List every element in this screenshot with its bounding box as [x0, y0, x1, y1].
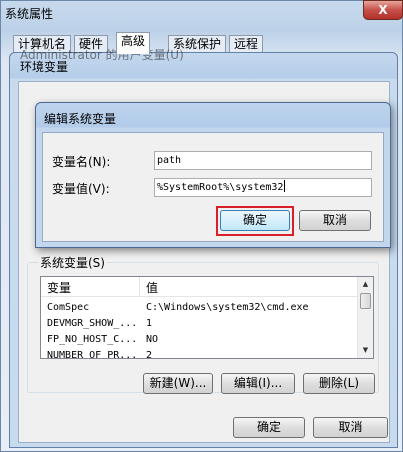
delete-variable-button[interactable]: 删除(L) [303, 373, 375, 394]
scroll-up-icon[interactable]: ▲ [358, 277, 373, 292]
row-variable-value: 2 [146, 350, 153, 358]
env-ok-button[interactable]: 确定 [233, 417, 305, 438]
dialog-cancel-button[interactable]: 取消 [299, 210, 371, 231]
dialog-title: 编辑系统变量 [44, 112, 117, 126]
table-row[interactable]: ComSpec C:\Windows\system32\cmd.exe [41, 300, 358, 315]
tab-remote[interactable]: 远程 [229, 35, 264, 53]
table-row[interactable]: DEVMGR_SHOW_... 1 [41, 316, 358, 331]
env-cancel-button[interactable]: 取消 [313, 417, 388, 438]
column-header-value[interactable]: 值 [146, 279, 158, 296]
scroll-thumb[interactable] [360, 293, 371, 309]
variable-name-field[interactable]: path [154, 151, 372, 170]
row-variable-name: ComSpec [47, 302, 90, 313]
row-variable-value: C:\Windows\system32\cmd.exe [146, 302, 309, 313]
variable-value-label: 变量值(V): [52, 182, 110, 196]
row-variable-name: NUMBER_OF_PR... [47, 350, 138, 358]
tab-advanced[interactable]: 高级 [116, 32, 151, 54]
variable-value-text: %SystemRoot%\system32 [157, 182, 284, 193]
user-variables-label: Administrator 的用户变量(U) [20, 48, 184, 62]
vertical-scrollbar[interactable]: ▲ ▼ [357, 277, 373, 358]
dialog-ok-button[interactable]: 确定 [220, 210, 290, 231]
column-divider[interactable] [139, 277, 140, 297]
column-header-variable[interactable]: 变量 [47, 279, 71, 296]
text-caret [284, 180, 286, 192]
table-row[interactable]: NUMBER_OF_PR... 2 [41, 348, 358, 358]
variable-name-label: 变量名(N): [52, 155, 111, 169]
close-button[interactable]: X [363, 0, 403, 20]
variable-value-field[interactable]: %SystemRoot%\system32 [154, 178, 372, 197]
table-row[interactable]: FP_NO_HOST_C... NO [41, 332, 358, 347]
new-variable-button[interactable]: 新建(W)... [143, 373, 213, 394]
variable-name-value: path [157, 155, 182, 166]
row-variable-name: FP_NO_HOST_C... [47, 334, 138, 345]
system-variables-label: 系统变量(S) [38, 254, 107, 271]
row-variable-value: 1 [146, 318, 153, 329]
list-header: 变量 值 [41, 277, 358, 297]
row-variable-name: DEVMGR_SHOW_... [47, 318, 138, 329]
window-title: 系统属性 [5, 7, 54, 21]
system-variables-list[interactable]: 变量 值 ComSpec C:\Windows\system32\cmd.exe… [40, 276, 374, 359]
edit-variable-button[interactable]: 编辑(I)... [221, 373, 295, 394]
row-variable-value: NO [146, 334, 159, 345]
scroll-down-icon[interactable]: ▼ [358, 343, 373, 358]
